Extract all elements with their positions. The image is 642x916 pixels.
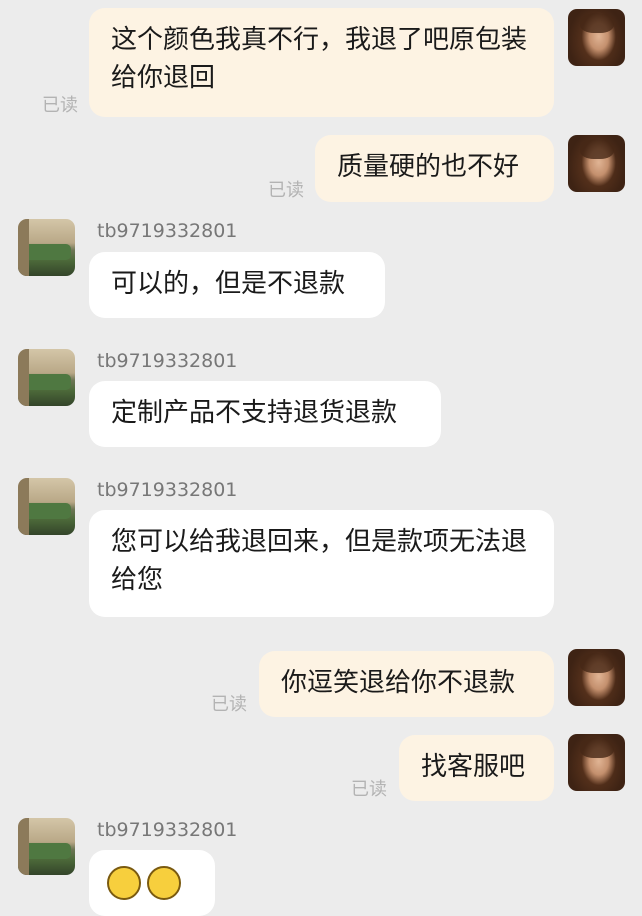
my-message-bubble[interactable]: 质量硬的也不好 [315,135,554,202]
my-avatar[interactable] [568,649,625,706]
grinning-face-emoji-icon [107,866,141,900]
read-status: 已读 [351,779,387,800]
seller-message-bubble[interactable]: 定制产品不支持退货退款 [89,381,441,447]
message-text: 定制产品不支持退货退款 [111,398,398,428]
read-status: 已读 [211,694,247,715]
my-message-bubble[interactable]: 找客服吧 [399,735,554,801]
message-text: 质量硬的也不好 [337,152,520,182]
seller-avatar[interactable] [18,349,75,406]
my-avatar[interactable] [568,9,625,66]
seller-avatar[interactable] [18,818,75,875]
sender-name: tb9719332801 [97,220,238,242]
seller-message-bubble[interactable]: 您可以给我退回来，但是款项无法退给您 [89,510,554,617]
read-status: 已读 [268,180,304,201]
my-avatar[interactable] [568,734,625,791]
sender-name: tb9719332801 [97,350,238,372]
seller-avatar[interactable] [18,478,75,535]
seller-avatar[interactable] [18,219,75,276]
sender-name: tb9719332801 [97,479,238,501]
message-text: 可以的，但是不退款 [111,269,346,299]
my-message-bubble[interactable]: 你逗笑退给你不退款 [259,651,554,717]
sender-name: tb9719332801 [97,819,238,841]
my-message-bubble[interactable]: 这个颜色我真不行，我退了吧原包装给你退回 [89,8,554,117]
read-status: 已读 [42,95,78,116]
message-text: 找客服吧 [421,752,526,782]
grinning-face-emoji-icon [147,866,181,900]
seller-message-bubble[interactable]: 可以的，但是不退款 [89,252,385,318]
message-text: 您可以给我退回来，但是款项无法退给您 [111,527,528,595]
message-text: 这个颜色我真不行，我退了吧原包装给你退回 [111,25,528,93]
seller-message-bubble[interactable] [89,850,215,916]
message-text: 你逗笑退给你不退款 [281,668,516,698]
my-avatar[interactable] [568,135,625,192]
